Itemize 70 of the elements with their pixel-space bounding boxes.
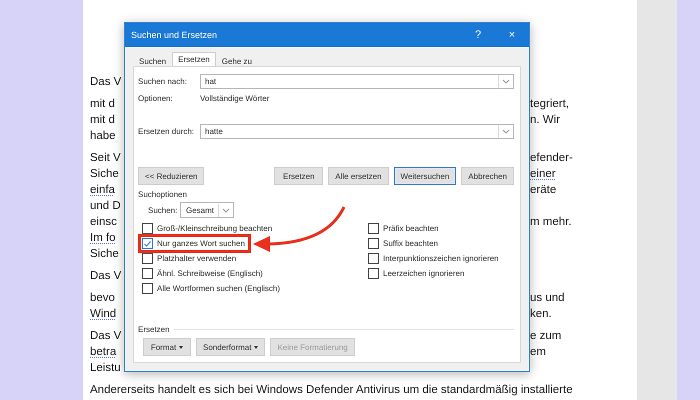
text-line: Seit V xyxy=(90,151,121,166)
text-line: Leistu xyxy=(90,361,121,376)
replace-field[interactable]: hatte xyxy=(200,124,514,138)
checkbox[interactable] xyxy=(142,283,153,294)
checkbox-label: Alle Wortformen suchen (Englisch) xyxy=(157,284,280,293)
checkbox[interactable] xyxy=(368,223,379,234)
section-heading: Suchoptionen xyxy=(138,190,187,199)
dialog-button[interactable]: Ersetzen xyxy=(274,167,324,185)
underlined-text: Wind xyxy=(90,307,116,322)
checkbox-label: Suffix beachten xyxy=(383,239,438,248)
caret-icon xyxy=(179,346,184,348)
text-line: e zum xyxy=(530,329,562,344)
dialog-button[interactable]: Sonderformat xyxy=(196,338,266,356)
field-label: Optionen: xyxy=(138,94,174,102)
field-label: Suchen: xyxy=(148,206,178,214)
tab[interactable]: Ersetzen xyxy=(172,52,216,66)
checkbox[interactable] xyxy=(142,238,153,249)
checkmark-icon xyxy=(144,240,151,246)
field-label: Suchen nach: xyxy=(138,76,188,86)
dialog-button[interactable]: Format xyxy=(143,338,191,356)
checkbox-label: Ähnl. Schreibweise (Englisch) xyxy=(157,269,263,278)
text-line: em xyxy=(530,345,546,360)
dialog-button[interactable]: Abbrechen xyxy=(461,167,514,185)
text-line: habe xyxy=(90,129,116,144)
text-line: bevo xyxy=(90,291,115,306)
underlined-text: einfa xyxy=(90,183,115,198)
dialog-button[interactable]: Weitersuchen xyxy=(394,167,456,185)
checkbox[interactable] xyxy=(368,268,379,279)
text-line: ken. xyxy=(530,307,552,322)
text-line: und D xyxy=(90,199,121,214)
help-button[interactable]: ? xyxy=(461,29,495,41)
checkbox[interactable] xyxy=(142,253,153,264)
close-button[interactable]: × xyxy=(495,29,529,41)
text-line: Andererseits handelt es sich bei Windows Defender Antivirus um die standardmäßig installierte xyxy=(90,383,573,398)
window-title: Suchen und Ersetzen xyxy=(131,30,218,40)
checkbox[interactable] xyxy=(368,238,379,249)
options-text: Vollständige Wörter xyxy=(200,94,270,102)
text-line: us und xyxy=(530,291,565,306)
checkbox-label: Leerzeichen ignorieren xyxy=(383,269,464,278)
text-line: mit d xyxy=(90,113,115,128)
dialog-button[interactable]: Alle ersetzen xyxy=(328,167,389,185)
checkbox-label: Groß-/Kleinschreibung beachten xyxy=(157,224,272,233)
dialog-button[interactable]: << Reduzieren xyxy=(138,167,204,185)
text-line: Siche xyxy=(90,247,119,262)
checkbox[interactable] xyxy=(142,268,153,279)
underlined-text: Im fo xyxy=(90,231,116,246)
direction-dropdown[interactable]: Gesamt xyxy=(180,202,234,218)
checkbox[interactable] xyxy=(142,223,153,234)
text-line: Das V xyxy=(90,329,122,344)
search-field[interactable]: hat xyxy=(200,74,514,88)
checkbox-label: Nur ganzes Wort suchen xyxy=(157,239,245,248)
text-line: n. Wir xyxy=(530,113,560,128)
underlined-text: einer xyxy=(530,167,556,182)
text-line: efender- xyxy=(530,151,573,166)
text-line: Siche xyxy=(90,167,119,182)
checkbox-label: Präfix beachten xyxy=(383,224,439,233)
checkbox-label: Platzhalter verwenden xyxy=(157,254,236,263)
text-line: Das V xyxy=(90,75,122,90)
text-line: eräte xyxy=(530,183,556,198)
text-line: einsc xyxy=(90,215,117,230)
text-line: tegriert, xyxy=(530,97,569,112)
underlined-text: betra xyxy=(90,345,116,360)
checkbox[interactable] xyxy=(368,253,379,264)
field-label: Ersetzen durch: xyxy=(138,126,196,136)
section-heading: Ersetzen xyxy=(138,325,170,334)
text-line: mit d xyxy=(90,97,115,112)
text-line: m mehr. xyxy=(530,215,572,230)
caret-icon xyxy=(254,346,258,348)
text-line: Das V xyxy=(90,269,122,284)
checkbox-label: Interpunktionszeichen ignorieren xyxy=(383,254,499,263)
